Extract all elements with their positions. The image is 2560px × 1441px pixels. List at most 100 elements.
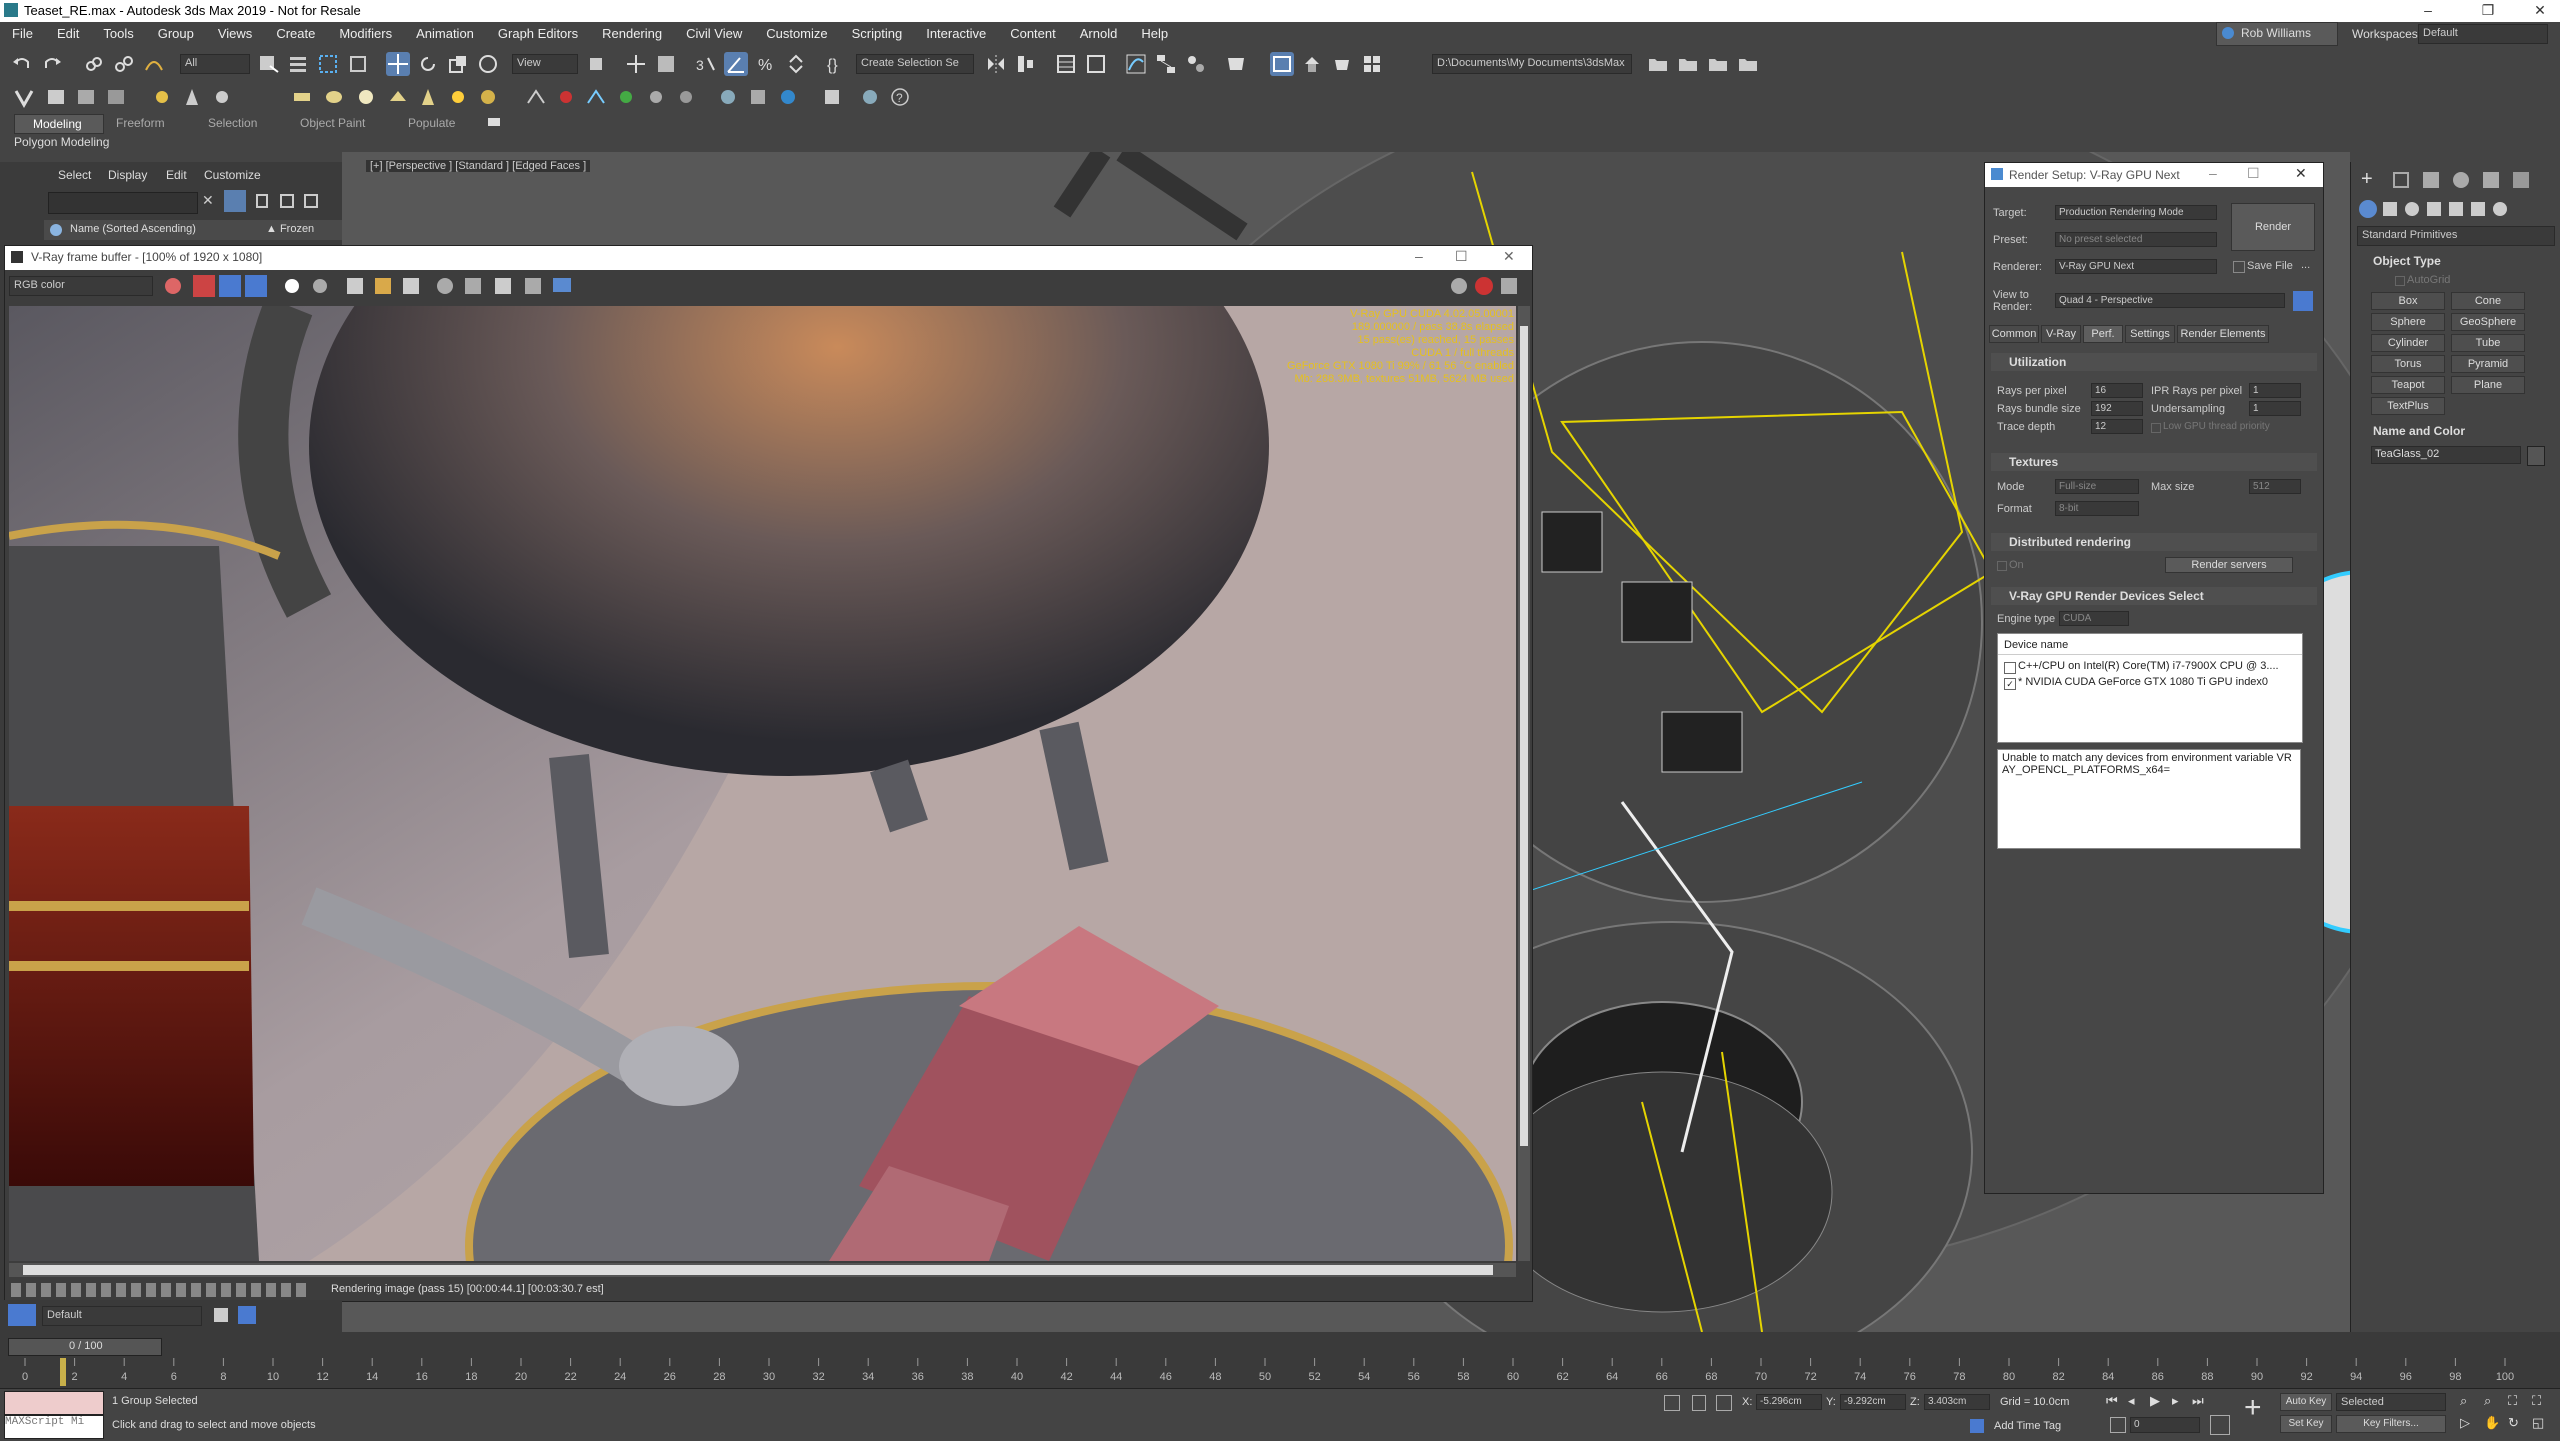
vray-toon-icon[interactable] <box>644 85 668 109</box>
previous-frame-icon[interactable]: ◂ <box>2128 1393 2135 1409</box>
menu-edit[interactable]: Edit <box>45 22 91 46</box>
redo-icon[interactable] <box>40 52 64 76</box>
geosphere-button[interactable]: GeoSphere <box>2451 313 2525 331</box>
vfb-icon[interactable] <box>44 85 68 109</box>
trace-depth-input[interactable]: 12 <box>2091 419 2143 434</box>
tab-settings[interactable]: Settings <box>2125 325 2175 343</box>
pivot-center-icon[interactable] <box>584 52 608 76</box>
menu-graph-editors[interactable]: Graph Editors <box>486 22 590 46</box>
scene-column-header[interactable]: Name (Sorted Ascending) ▲ Frozen <box>44 220 342 240</box>
project-path-field[interactable]: D:\Documents\My Documents\3dsMax <box>1432 54 1632 74</box>
help-icon[interactable]: ? <box>888 85 912 109</box>
hierarchy-tab-icon[interactable] <box>2423 172 2439 188</box>
z-coordinate-input[interactable]: 3.403cm <box>1924 1394 1990 1410</box>
isolate-selection-icon[interactable] <box>1664 1395 1680 1411</box>
vfb-close-icon[interactable]: ✕ <box>1503 248 1515 265</box>
layer-icon[interactable] <box>304 194 318 208</box>
vfb-track-mouse-icon[interactable] <box>437 278 453 294</box>
rect-selection-icon[interactable] <box>316 52 340 76</box>
geometry-icon[interactable] <box>2359 200 2377 218</box>
selection-lock-icon[interactable] <box>1692 1395 1706 1411</box>
orbit-icon[interactable]: ↻ <box>2508 1415 2519 1431</box>
set-project-icon[interactable] <box>1706 52 1730 76</box>
rendered-frame-window-icon[interactable] <box>1270 52 1294 76</box>
vfb-lens-effects-icon[interactable] <box>525 278 541 294</box>
max-size-input[interactable]: 512 <box>2249 479 2301 494</box>
window-crossing-icon[interactable] <box>346 52 370 76</box>
tab-render-elements[interactable]: Render Elements <box>2177 325 2269 343</box>
vray-dome-icon[interactable] <box>354 85 378 109</box>
texture-format-dropdown[interactable]: 8-bit <box>2055 501 2139 516</box>
edit-named-selection-icon[interactable]: {} <box>824 52 848 76</box>
menu-arnold[interactable]: Arnold <box>1068 22 1130 46</box>
ribbon-toggle-icon[interactable] <box>488 118 500 126</box>
menu-content[interactable]: Content <box>998 22 1068 46</box>
curve-editor-icon[interactable] <box>1124 52 1148 76</box>
vfb-status-icons[interactable] <box>11 1283 311 1297</box>
vray-plane-icon[interactable] <box>290 85 314 109</box>
tab-perf[interactable]: Perf. <box>2083 325 2123 343</box>
menu-file[interactable]: File <box>0 22 45 46</box>
vfb-stop-icon[interactable] <box>1475 277 1493 295</box>
vfb-horizontal-scrollbar[interactable] <box>9 1263 1516 1277</box>
pyramid-button[interactable]: Pyramid <box>2451 355 2525 373</box>
x-coordinate-input[interactable]: -5.296cm <box>1756 1394 1822 1410</box>
vray-light-icon[interactable] <box>150 85 174 109</box>
bind-space-warp-icon[interactable] <box>142 52 166 76</box>
vray-sphere-icon[interactable] <box>322 85 346 109</box>
texture-mode-dropdown[interactable]: Full-size <box>2055 479 2139 494</box>
move-icon[interactable] <box>386 52 410 76</box>
vfb-save-icon[interactable] <box>347 278 363 294</box>
project-folder-icon[interactable] <box>1646 52 1670 76</box>
vray-scene-icon[interactable] <box>674 85 698 109</box>
ribbon-tab-modeling[interactable]: Modeling <box>14 114 104 134</box>
device-cpu-checkbox[interactable] <box>2004 662 2016 674</box>
rs-minimize-icon[interactable]: – <box>2209 165 2217 181</box>
vray-clipper-icon[interactable] <box>614 85 638 109</box>
keyboard-shortcut-icon[interactable] <box>654 52 678 76</box>
systems-icon[interactable] <box>2493 202 2507 216</box>
go-to-end-icon[interactable]: ⏭ <box>2192 1393 2204 1409</box>
scale-icon[interactable] <box>446 52 470 76</box>
vfb-vertical-scrollbar[interactable] <box>1518 306 1530 1261</box>
play-icon[interactable]: ▶ <box>2150 1393 2160 1409</box>
cameras-icon[interactable] <box>2427 202 2441 216</box>
menu-views[interactable]: Views <box>206 22 264 46</box>
link-icon[interactable] <box>82 52 106 76</box>
zoom-icon[interactable]: ⌕ <box>2460 1393 2467 1409</box>
tube-button[interactable]: Tube <box>2451 334 2525 352</box>
scene-menu-display[interactable]: Display <box>108 168 147 182</box>
zoom-extents-icon[interactable]: ⛶ <box>2508 1393 2517 1409</box>
vray-ambient-light-icon[interactable] <box>476 85 500 109</box>
object-name-input[interactable]: TeaGlass_02 <box>2371 446 2521 464</box>
autogrid-checkbox[interactable] <box>2395 276 2405 286</box>
vray-displacement-icon[interactable] <box>584 85 608 109</box>
vfb-red-channel-icon[interactable] <box>193 275 215 297</box>
menu-modifiers[interactable]: Modifiers <box>327 22 404 46</box>
lock-view-icon[interactable] <box>2293 291 2313 311</box>
angle-snap-icon[interactable] <box>724 52 748 76</box>
user-account-button[interactable]: Rob Williams <box>2216 22 2338 46</box>
textplus-button[interactable]: TextPlus <box>2371 397 2445 415</box>
save-file-browse-button[interactable]: ... <box>2301 259 2310 271</box>
reference-coordinate-dropdown[interactable]: View <box>512 54 578 74</box>
vray-tools-icon[interactable] <box>820 85 844 109</box>
torus-button[interactable]: Torus <box>2371 355 2445 373</box>
layer-dropdown[interactable]: Default <box>42 1306 202 1326</box>
vray-mesh-light-icon[interactable] <box>386 85 410 109</box>
maxscript-mini-listener[interactable]: MAXScript Mi <box>4 1415 104 1439</box>
teapot-button[interactable]: Teapot <box>2371 376 2445 394</box>
workspace-dropdown[interactable]: Default <box>2418 24 2548 44</box>
device-gpu-checkbox[interactable]: ✓ <box>2004 678 2016 690</box>
render-production-icon[interactable] <box>1300 52 1324 76</box>
scene-menu-edit[interactable]: Edit <box>166 168 187 182</box>
target-dropdown[interactable]: Production Rendering Mode <box>2055 205 2217 220</box>
percent-snap-icon[interactable]: % <box>754 52 778 76</box>
absolute-mode-icon[interactable] <box>1716 1395 1732 1411</box>
display-tab-icon[interactable] <box>2483 172 2499 188</box>
renderer-dropdown[interactable]: V-Ray GPU Next <box>2055 259 2217 274</box>
vfb-alpha-icon[interactable] <box>285 279 299 293</box>
menu-scripting[interactable]: Scripting <box>840 22 915 46</box>
time-config-icon[interactable] <box>2210 1415 2230 1435</box>
auto-key-button[interactable]: Auto Key <box>2280 1393 2332 1411</box>
